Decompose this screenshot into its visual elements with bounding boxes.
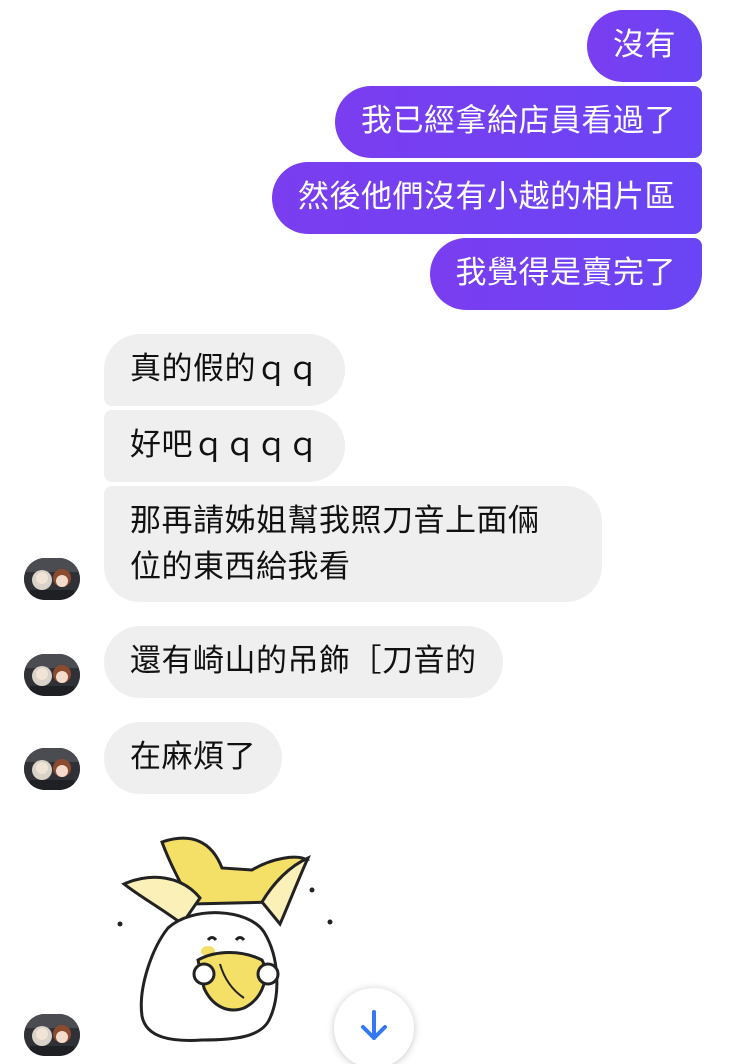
message-line: 位的東西給我看: [130, 549, 351, 585]
banana-bear-sticker-icon: [117, 836, 333, 1042]
incoming-message[interactable]: 還有崎山的吊飾［刀音的: [104, 626, 503, 698]
incoming-message[interactable]: 真的假的ｑｑ: [104, 334, 345, 406]
arrow-down-icon: [361, 1010, 387, 1040]
outgoing-message[interactable]: 沒有: [587, 10, 702, 82]
outgoing-message[interactable]: 我覺得是賣完了: [429, 238, 702, 310]
incoming-message[interactable]: 在麻煩了: [104, 722, 282, 794]
outgoing-message[interactable]: 然後他們沒有小越的相片區: [272, 162, 702, 234]
avatar-photo-icon: [24, 654, 80, 696]
sender-avatar[interactable]: [24, 748, 80, 790]
outgoing-message[interactable]: 我已經拿給店員看過了: [335, 86, 702, 158]
avatar-photo-icon: [24, 558, 80, 600]
avatar-photo-icon: [24, 1014, 80, 1056]
chat-thread: 沒有 我已經拿給店員看過了 然後他們沒有小越的相片區 我覺得是賣完了 真的假的ｑ…: [0, 0, 750, 1064]
sender-avatar[interactable]: [24, 654, 80, 696]
incoming-message[interactable]: 好吧ｑｑｑｑ: [104, 410, 345, 482]
sender-avatar[interactable]: [24, 1014, 80, 1056]
avatar-photo-icon: [24, 748, 80, 790]
message-line: 那再請姊姐幫我照刀音上面倆: [130, 503, 540, 539]
sticker-message[interactable]: [112, 828, 342, 1048]
scroll-to-latest-button[interactable]: [334, 988, 414, 1064]
incoming-message[interactable]: 那再請姊姐幫我照刀音上面倆 位的東西給我看: [104, 486, 602, 602]
sender-avatar[interactable]: [24, 558, 80, 600]
